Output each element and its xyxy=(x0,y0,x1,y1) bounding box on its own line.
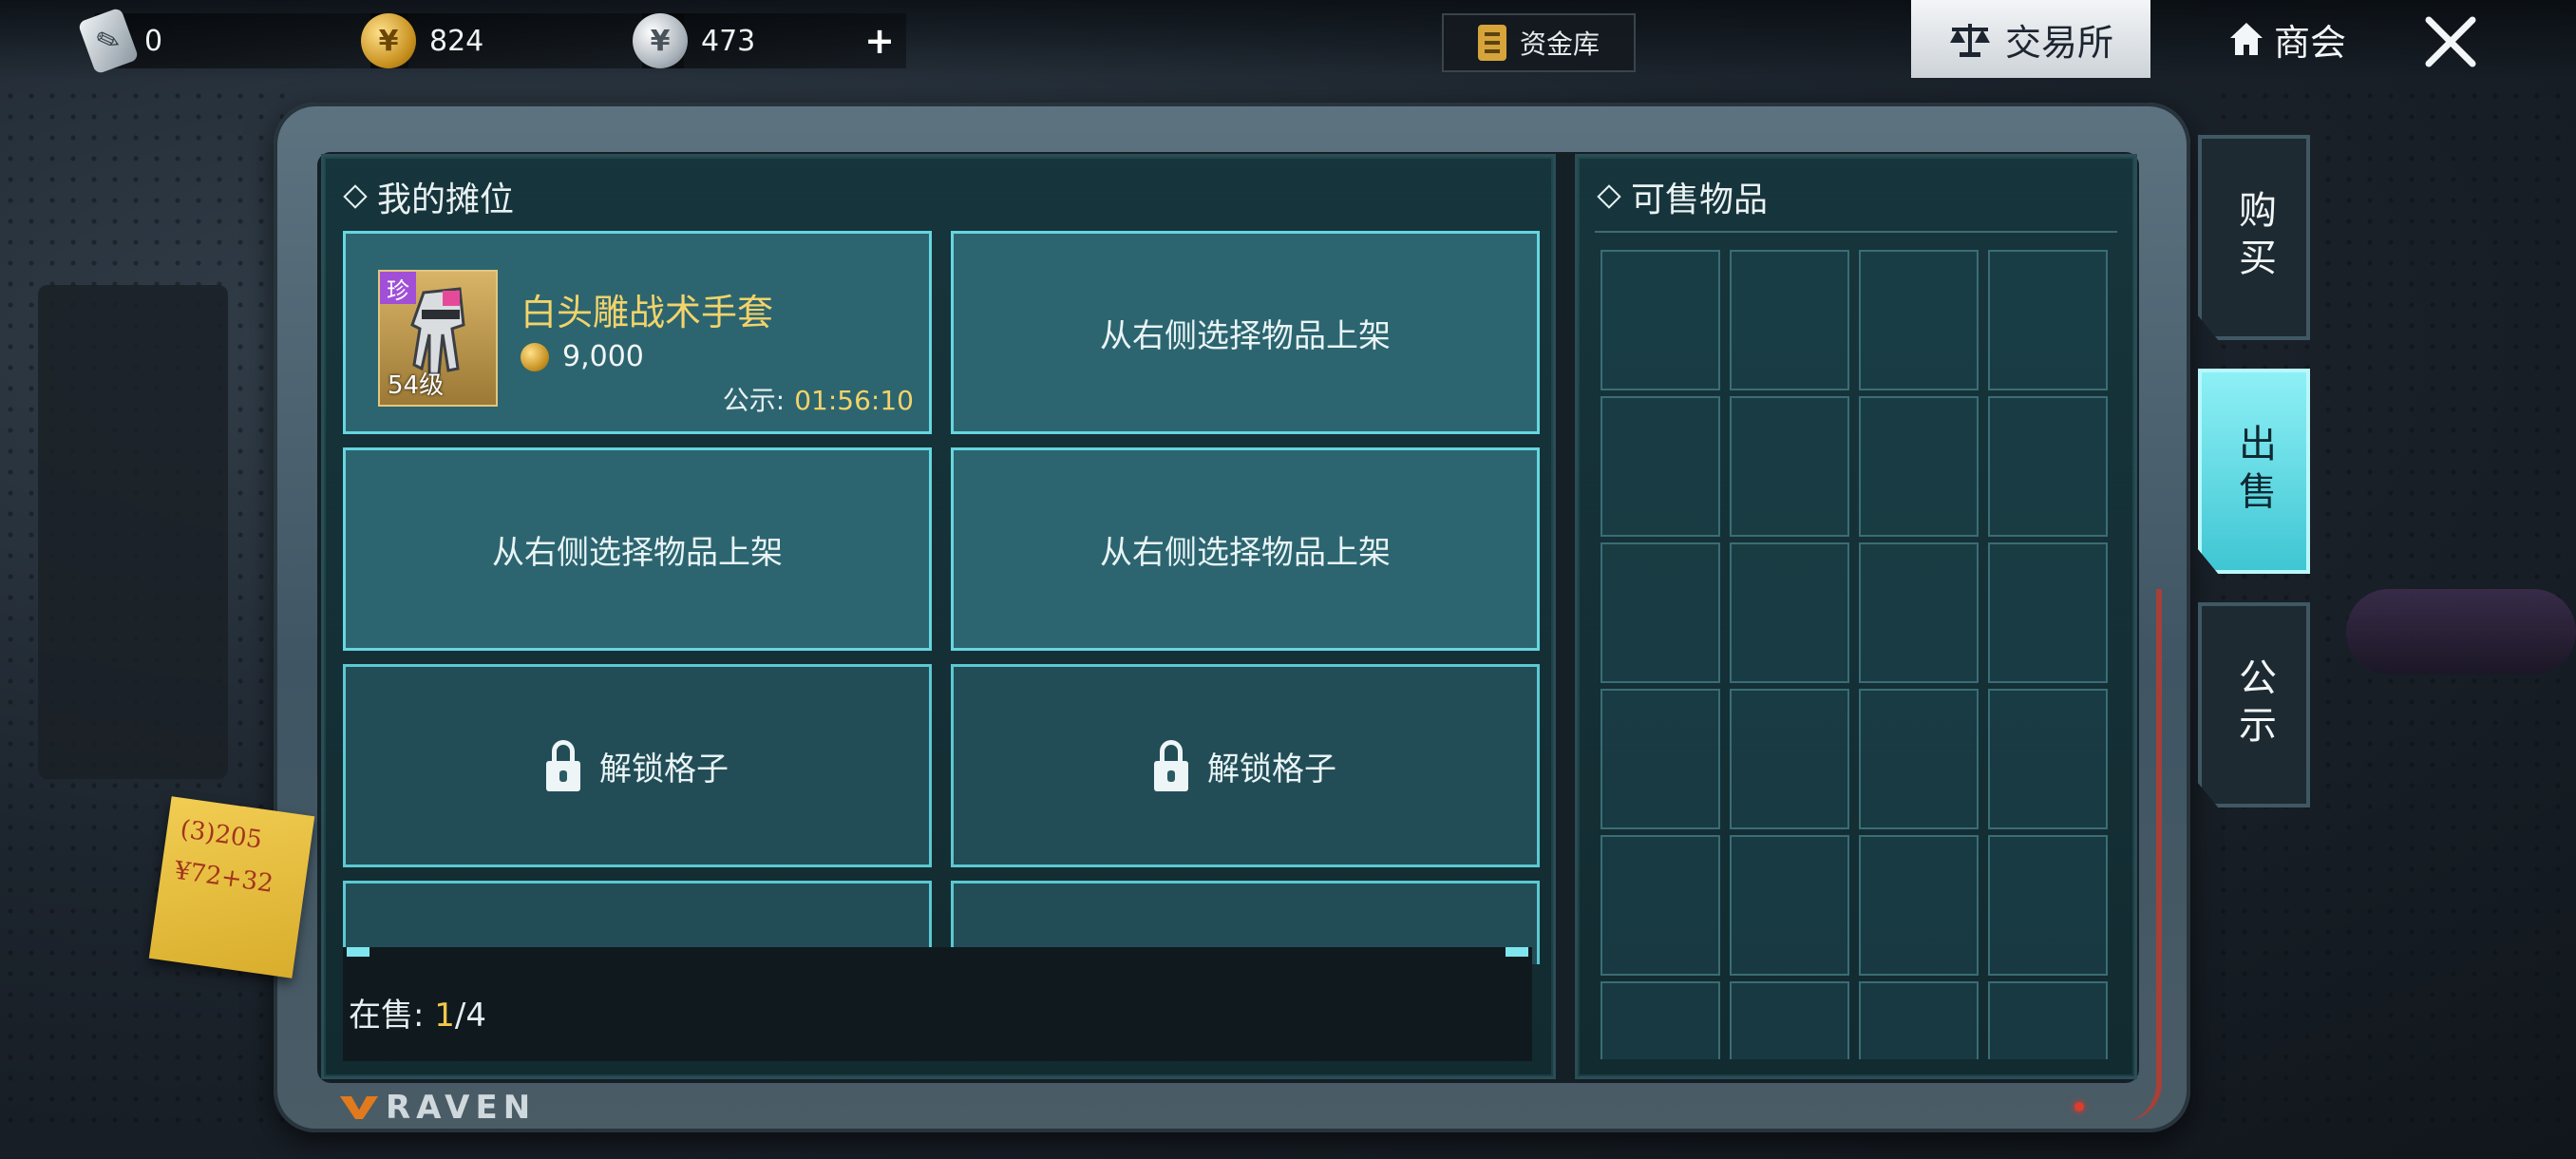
inventory-cell[interactable] xyxy=(1601,981,1720,1059)
scales-icon xyxy=(1949,24,1990,57)
silver-amount: 473 xyxy=(701,24,756,58)
home-icon xyxy=(2229,23,2263,55)
item-price-value: 9,000 xyxy=(562,340,644,373)
inventory-cell[interactable] xyxy=(1730,689,1849,829)
vault-label: 资金库 xyxy=(1519,28,1600,60)
diamond-icon xyxy=(343,184,368,209)
gold-coin-icon xyxy=(521,342,549,371)
tab-buy-label: 购买 xyxy=(2232,190,2276,285)
tab-exchange-label: 交易所 xyxy=(2004,21,2113,64)
note-line-1: (3)205 xyxy=(178,815,264,855)
inventory-cell[interactable] xyxy=(1859,835,1979,976)
inventory-grid[interactable] xyxy=(1601,250,2110,1059)
raven-v-icon xyxy=(340,1096,378,1119)
tab-buy[interactable]: 购买 xyxy=(2198,135,2310,340)
tab-sell[interactable]: 出售 xyxy=(2198,369,2310,574)
diamond-icon xyxy=(1597,184,1621,209)
publicity-timer: 公示: 01:56:10 xyxy=(723,380,914,418)
brand-text: RAVEN xyxy=(386,1089,537,1127)
lock-icon xyxy=(546,740,580,791)
add-silver-button[interactable]: + xyxy=(853,20,906,62)
inventory-cell[interactable] xyxy=(1601,689,1720,829)
sticky-note: (3)205 ¥72+32 xyxy=(148,796,315,978)
stall-slot-locked[interactable]: 解锁格子 xyxy=(343,664,932,867)
tab-guild-label: 商会 xyxy=(2273,21,2346,64)
item-name: 白头雕战术手套 xyxy=(521,292,774,333)
my-stall-title: 我的摊位 xyxy=(343,172,515,221)
tab-public-label: 公示 xyxy=(2232,657,2276,752)
on-sale-counter: 在售: 1/4 xyxy=(349,989,486,1036)
scroll-cap-right xyxy=(1506,947,1528,957)
inventory-cell[interactable] xyxy=(1988,250,2108,390)
close-icon xyxy=(2425,16,2476,67)
background-rifle xyxy=(38,285,228,779)
background-hose xyxy=(2346,589,2576,674)
lock-icon xyxy=(1154,740,1188,791)
on-sale-total: /4 xyxy=(454,997,487,1035)
glove-icon xyxy=(410,287,465,376)
sellable-title: 可售物品 xyxy=(1597,172,1769,221)
empty-slot-text: 从右侧选择物品上架 xyxy=(1100,533,1391,572)
inventory-cell[interactable] xyxy=(1988,396,2108,537)
ledger-icon xyxy=(1477,25,1506,61)
stall-slot-listed[interactable]: 珍 54级 白头雕战术手套 9,000 公示: 01:56:10 xyxy=(343,231,932,434)
item-level: 54级 xyxy=(388,371,445,400)
gold-amount: 824 xyxy=(429,24,484,58)
inventory-cell[interactable] xyxy=(1859,542,1979,683)
locked-slot-text: 解锁格子 xyxy=(1207,750,1336,788)
inventory-cell[interactable] xyxy=(1601,542,1720,683)
close-button[interactable] xyxy=(2413,4,2489,80)
inventory-cell[interactable] xyxy=(1730,835,1849,976)
stall-slot-empty[interactable]: 从右侧选择物品上架 xyxy=(951,231,1540,434)
inventory-cell[interactable] xyxy=(1988,689,2108,829)
note-line-2: ¥72+32 xyxy=(172,856,275,899)
sellable-title-text: 可售物品 xyxy=(1631,180,1769,219)
stall-slots[interactable]: 珍 54级 白头雕战术手套 9,000 公示: 01:56:10 从右侧选择物品上… xyxy=(343,231,1540,964)
stall-footer: 在售: 1/4 xyxy=(343,947,1532,1061)
voucher-amount: 0 xyxy=(144,24,163,58)
inventory-cell[interactable] xyxy=(1730,250,1849,390)
divider xyxy=(1595,231,2117,233)
tab-exchange[interactable]: 交易所 xyxy=(1911,0,2150,78)
my-stall-title-text: 我的摊位 xyxy=(377,180,515,219)
inventory-cell[interactable] xyxy=(1859,396,1979,537)
inventory-cell[interactable] xyxy=(1730,396,1849,537)
inventory-cell[interactable] xyxy=(1730,981,1849,1059)
inventory-cell[interactable] xyxy=(1988,981,2108,1059)
vault-button[interactable]: 资金库 xyxy=(1442,13,1636,72)
inventory-cell[interactable] xyxy=(1859,250,1979,390)
scrollbar[interactable] xyxy=(347,947,1528,957)
tab-sell-label: 出售 xyxy=(2232,424,2276,519)
inventory-cell[interactable] xyxy=(1859,689,1979,829)
stall-slot-locked[interactable]: 解锁格子 xyxy=(951,664,1540,867)
tab-public[interactable]: 公示 xyxy=(2198,602,2310,808)
stall-slot-empty[interactable]: 从右侧选择物品上架 xyxy=(343,447,932,651)
currency-silver: ¥ 473 + xyxy=(633,13,906,68)
empty-slot-text: 从右侧选择物品上架 xyxy=(492,533,783,572)
tab-guild[interactable]: 商会 xyxy=(2200,0,2375,78)
item-card[interactable]: 珍 54级 xyxy=(378,270,498,407)
locked-slot-text: 解锁格子 xyxy=(599,750,729,788)
gold-coin-icon: ¥ xyxy=(361,13,416,68)
timer-label: 公示: xyxy=(722,385,786,416)
empty-slot-text: 从右侧选择物品上架 xyxy=(1100,316,1391,355)
on-sale-count: 1 xyxy=(434,997,455,1035)
inventory-cell[interactable] xyxy=(1601,396,1720,537)
on-sale-label: 在售: xyxy=(349,997,425,1035)
status-light xyxy=(2074,1102,2084,1112)
inventory-cell[interactable] xyxy=(1730,542,1849,683)
item-price: 9,000 xyxy=(521,340,644,373)
raven-logo: RAVEN xyxy=(340,1089,536,1127)
inventory-cell[interactable] xyxy=(1859,981,1979,1059)
inventory-cell[interactable] xyxy=(1601,250,1720,390)
silver-coin-icon: ¥ xyxy=(633,13,688,68)
scroll-cap-left xyxy=(347,947,369,957)
inventory-cell[interactable] xyxy=(1988,542,2108,683)
stall-slot-empty[interactable]: 从右侧选择物品上架 xyxy=(951,447,1540,651)
inventory-cell[interactable] xyxy=(1988,835,2108,976)
sellable-panel: 可售物品 xyxy=(1575,154,2137,1079)
my-stall-panel: 我的摊位 珍 54级 白头雕战术手套 9,000 公示: 01:56:10 从右… xyxy=(321,154,1556,1079)
inventory-cell[interactable] xyxy=(1601,835,1720,976)
timer-value: 01:56:10 xyxy=(794,385,914,416)
